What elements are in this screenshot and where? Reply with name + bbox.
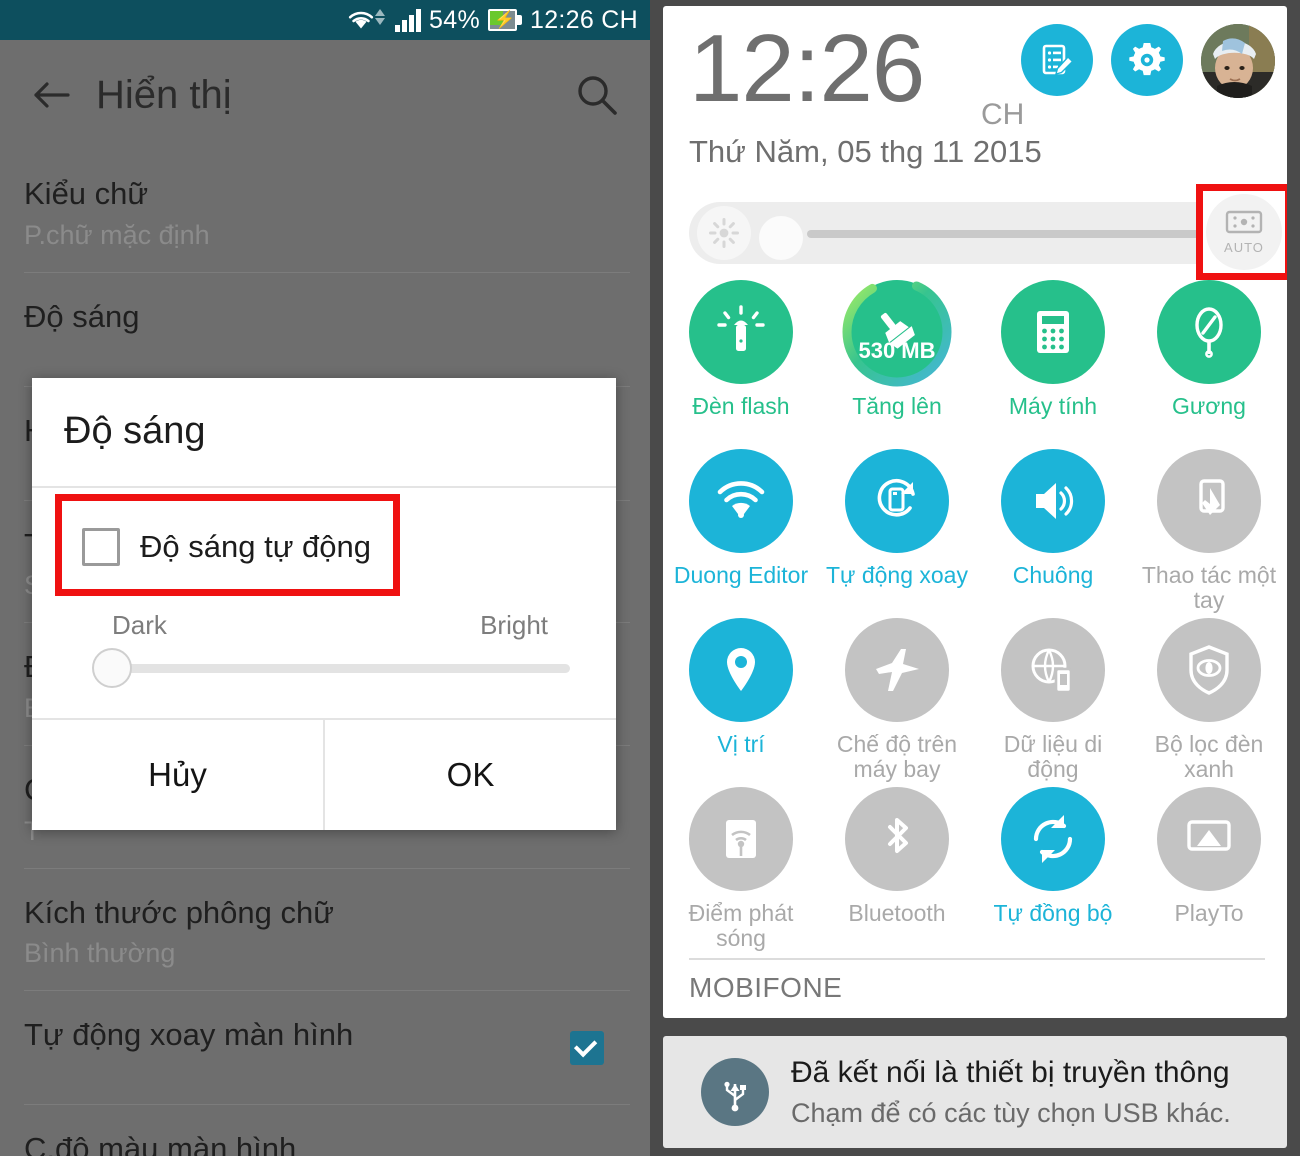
quick-setting-tile-label: Duong Editor: [673, 562, 809, 588]
quick-setting-tile-label: Chuông: [1012, 562, 1094, 588]
quick-setting-tile-label: Tự động xoay: [826, 562, 968, 588]
blue-light-filter-icon[interactable]: [1157, 618, 1261, 722]
auto-rotate-icon[interactable]: [845, 449, 949, 553]
dialog-title: Độ sáng: [64, 410, 206, 452]
cancel-button[interactable]: Hủy: [32, 720, 323, 830]
quick-setting-tile-label: Máy tính: [1008, 393, 1098, 419]
calculator-icon[interactable]: [1001, 280, 1105, 384]
brightness-slider-track[interactable]: [110, 664, 570, 673]
screenshot-root: 54% ⚡ 12:26 CH Hiển thị Kiểu chữ P.chữ m…: [0, 0, 1300, 1156]
avatar[interactable]: [1201, 24, 1275, 98]
quick-setting-tile[interactable]: Máy tính: [975, 276, 1131, 445]
quick-settings-row: Điểm phát sóng Bluetooth Tự đồng bộ PlayTo: [663, 783, 1287, 952]
memory-badge: 530 MB: [858, 338, 936, 363]
slider-max-label: Bright: [480, 610, 548, 640]
quick-setting-tile-label: Vị trí: [717, 731, 765, 757]
quick-setting-tile[interactable]: Chuông: [975, 445, 1131, 614]
edit-list-icon[interactable]: [1021, 24, 1093, 96]
quick-setting-tile[interactable]: Tự động xoay: [819, 445, 975, 614]
auto-brightness-icon: [1225, 210, 1263, 233]
auto-brightness-row[interactable]: Độ sáng tự động: [82, 528, 371, 566]
quick-setting-tile[interactable]: Dữ liệu di động: [975, 614, 1131, 783]
brightness-sun-icon: [697, 206, 751, 260]
cast-icon[interactable]: [1157, 787, 1261, 891]
brightness-slider-bar[interactable]: [689, 202, 1257, 264]
quick-settings-header: 12:26 CH Thứ Năm, 05 thg 11 2015: [663, 6, 1287, 192]
quick-setting-tile-label: Chế độ trên máy bay: [836, 730, 958, 783]
dialog-body: Độ sáng tự động Dark Bright: [32, 488, 616, 720]
quick-setting-tile[interactable]: Bộ lọc đèn xanh: [1131, 614, 1287, 783]
carrier-divider: [689, 958, 1265, 960]
quick-settings-row: Đèn flash 530 MB Tăng lên Máy tính Gương: [663, 276, 1287, 445]
wifi-icon[interactable]: [689, 449, 793, 553]
quick-setting-tile[interactable]: Chế độ trên máy bay: [819, 614, 975, 783]
brightness-slider-thumb[interactable]: [92, 648, 132, 688]
quick-settings-row: Vị trí Chế độ trên máy bay Dữ liệu di động…: [663, 614, 1287, 783]
ok-button[interactable]: OK: [325, 720, 616, 830]
brightness-track[interactable]: [807, 230, 1245, 238]
dialog-button-bar: Hủy OK: [32, 720, 616, 830]
usb-notification-subtitle: Chạm để có các tùy chọn USB khác.: [791, 1098, 1231, 1128]
usb-icon: [701, 1058, 769, 1126]
date-label: Thứ Năm, 05 thg 11 2015: [689, 134, 1042, 169]
brightness-thumb[interactable]: [759, 216, 803, 260]
sync-icon[interactable]: [1001, 787, 1105, 891]
gear-icon[interactable]: [1111, 24, 1183, 96]
quick-setting-tile[interactable]: Duong Editor: [663, 445, 819, 614]
airplane-icon[interactable]: [845, 618, 949, 722]
quick-setting-tile[interactable]: PlayTo: [1131, 783, 1287, 952]
slider-min-label: Dark: [112, 610, 167, 640]
auto-brightness-label: Độ sáng tự động: [140, 529, 372, 564]
quick-setting-tile[interactable]: Gương: [1131, 276, 1287, 445]
quick-setting-tile[interactable]: Vị trí: [663, 614, 819, 783]
quick-setting-tile[interactable]: Bluetooth: [819, 783, 975, 952]
auto-brightness-checkbox[interactable]: [82, 528, 120, 566]
auto-brightness-button[interactable]: AUTO: [1206, 194, 1282, 270]
quick-setting-tile[interactable]: Tự đồng bộ: [975, 783, 1131, 952]
quick-setting-tile[interactable]: Điểm phát sóng: [663, 783, 819, 952]
quick-setting-tile-label: Đèn flash: [692, 393, 790, 419]
quick-setting-tile[interactable]: Thao tác một tay: [1131, 445, 1287, 614]
clock-ampm-label: CH: [981, 98, 1025, 131]
hotspot-icon[interactable]: [689, 787, 793, 891]
auto-brightness-label-right: AUTO: [1224, 239, 1264, 255]
quick-setting-tile[interactable]: 530 MB Tăng lên: [819, 276, 975, 445]
mirror-icon[interactable]: [1157, 280, 1261, 384]
quick-settings-row: Duong Editor Tự động xoay Chuông Thao tác m…: [663, 445, 1287, 614]
quick-setting-tile-label: Gương: [1172, 393, 1246, 419]
clock-label: 12:26: [689, 15, 925, 122]
quick-setting-tile-label: PlayTo: [1174, 900, 1244, 926]
location-pin-icon[interactable]: [689, 618, 793, 722]
quick-settings-card: 12:26 CH Thứ Năm, 05 thg 11 2015 AUTO Đè…: [663, 6, 1287, 1018]
usb-notification-title: Đã kết nối là thiết bị truyền thông: [791, 1056, 1230, 1089]
flashlight-icon[interactable]: [689, 280, 793, 384]
quick-setting-tile-label: Tự đồng bộ: [993, 900, 1113, 926]
quick-setting-tile-label: Thao tác một tay: [1141, 561, 1277, 614]
quick-setting-tile-label: Tăng lên: [852, 393, 942, 419]
right-quick-settings-screen: 12:26 CH Thứ Năm, 05 thg 11 2015 AUTO Đè…: [650, 0, 1300, 1156]
quick-setting-tile-label: Bluetooth: [848, 900, 946, 926]
quick-settings-tiles: Đèn flash 530 MB Tăng lên Máy tính Gương Duon…: [663, 276, 1287, 952]
quick-setting-tile-label: Bộ lọc đèn xanh: [1154, 730, 1264, 783]
memory-ring: [841, 276, 953, 388]
carrier-label: MOBIFONE: [689, 972, 843, 1003]
ringer-icon[interactable]: [1001, 449, 1105, 553]
quick-setting-tile-label: Dữ liệu di động: [1003, 730, 1103, 783]
mobile-data-icon[interactable]: [1001, 618, 1105, 722]
quick-setting-tile[interactable]: Đèn flash: [663, 276, 819, 445]
bluetooth-icon[interactable]: [845, 787, 949, 891]
quick-setting-tile-label: Điểm phát sóng: [688, 899, 794, 952]
brightness-dialog: Độ sáng Độ sáng tự động Dark Bright Hủy …: [32, 378, 616, 830]
left-settings-screen: 54% ⚡ 12:26 CH Hiển thị Kiểu chữ P.chữ m…: [0, 0, 650, 1156]
boost-broom-icon[interactable]: 530 MB: [842, 277, 952, 387]
usb-notification[interactable]: Đã kết nối là thiết bị truyền thông Chạm…: [663, 1036, 1287, 1148]
one-hand-icon[interactable]: [1157, 449, 1261, 553]
